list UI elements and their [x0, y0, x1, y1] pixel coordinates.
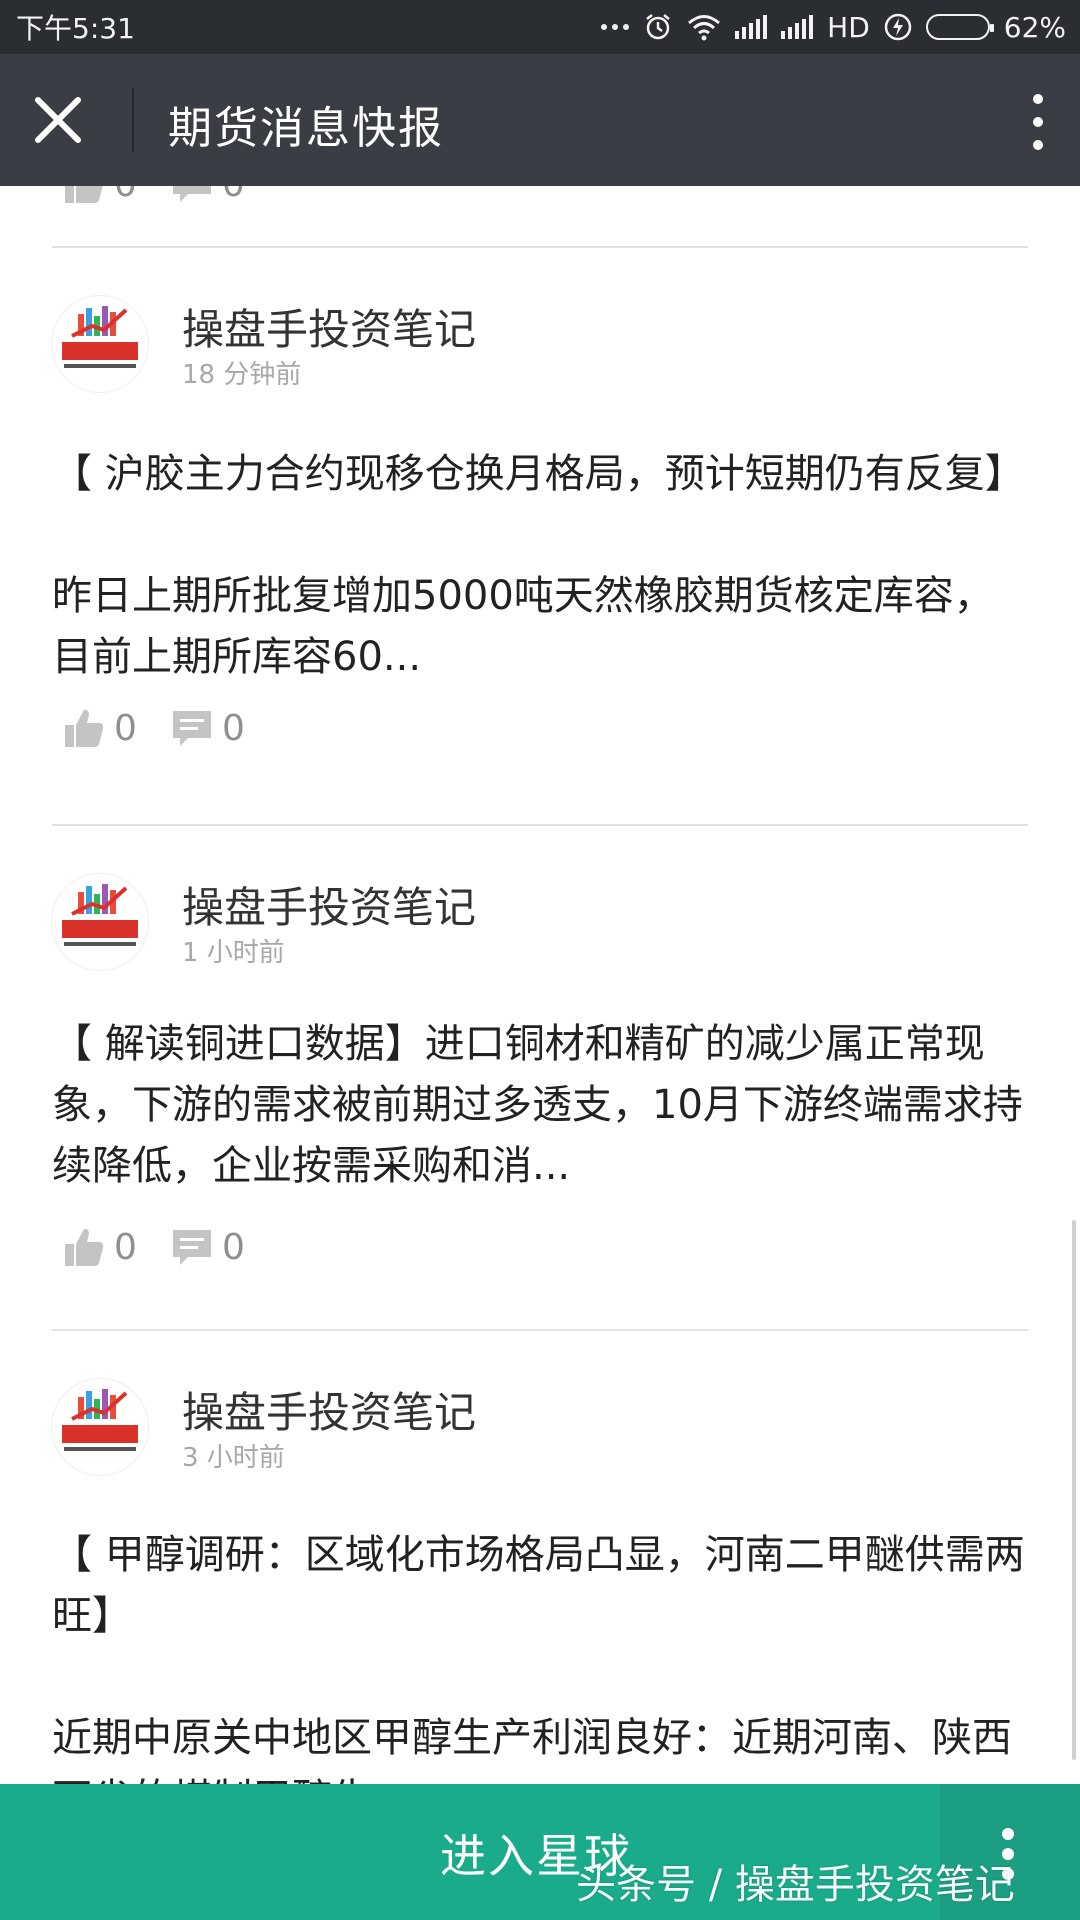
avatar[interactable]	[52, 296, 148, 392]
comment-icon	[173, 186, 211, 202]
more-notifications-icon	[601, 24, 630, 30]
status-time: 下午5:31	[16, 12, 135, 45]
close-button[interactable]	[28, 90, 88, 150]
battery-percent: 62%	[1003, 10, 1066, 44]
avatar[interactable]	[52, 1379, 148, 1475]
avatar[interactable]	[52, 874, 148, 970]
post-card[interactable]: 操盘手投资笔记 1 小时前 【 解读铜进口数据】进口铜材和精矿的减少属正常现象，…	[52, 826, 1028, 1329]
post-headline: 【 解读铜进口数据】进口铜材和精矿的减少属正常现象，下游的需求被前期过多透支，1…	[52, 1021, 1023, 1189]
partial-post-actions: 0 0	[52, 186, 1028, 246]
scrollbar[interactable]	[1072, 1220, 1076, 1760]
author-name[interactable]: 操盘手投资笔记	[182, 296, 476, 357]
post-excerpt: 昨日上期所批复增加5000吨天然橡胶期货核定库容，目前上期所库容60...	[52, 573, 994, 680]
more-vertical-icon	[1033, 94, 1043, 104]
charging-icon	[884, 13, 912, 41]
status-bar: 下午5:31 HD 62%	[0, 0, 1080, 54]
watermark: 头条号 / 操盘手投资笔记	[576, 1862, 1015, 1908]
post-body[interactable]: 【 沪胶主力合约现移仓换月格局，预计短期仍有反复】 昨日上期所批复增加5000吨…	[52, 444, 1028, 688]
thumbs-up-icon	[65, 186, 103, 203]
post-header: 操盘手投资笔记 1 小时前	[52, 826, 1028, 970]
wifi-icon	[688, 15, 721, 41]
post-header: 操盘手投资笔记 3 小时前	[52, 1331, 1028, 1475]
title-divider	[132, 88, 134, 152]
post-actions: 0 0	[52, 688, 1028, 824]
comment-button[interactable]: 0	[170, 1225, 245, 1269]
like-count: 0	[114, 186, 137, 205]
author-name[interactable]: 操盘手投资笔记	[182, 874, 476, 935]
comment-count: 0	[222, 186, 245, 205]
like-button[interactable]: 0	[62, 1225, 137, 1269]
page-title: 期货消息快报	[168, 103, 444, 154]
post-time: 3 小时前	[182, 1443, 285, 1473]
brand-logo-icon	[62, 306, 138, 368]
post-body[interactable]: 【 解读铜进口数据】进口铜材和精矿的减少属正常现象，下游的需求被前期过多透支，1…	[52, 1014, 1028, 1197]
comment-icon	[173, 711, 211, 746]
status-icons: HD 62%	[601, 11, 1066, 44]
post-card[interactable]: 操盘手投资笔记 3 小时前 【 甲醇调研：区域化市场格局凸显，河南二甲醚供需两旺…	[52, 1331, 1028, 1830]
post-headline: 【 沪胶主力合约现移仓换月格局，预计短期仍有反复】	[52, 451, 1025, 497]
signal-icon-2	[781, 15, 814, 39]
post-actions: 0 0	[52, 1197, 1028, 1329]
thumbs-up-icon	[65, 709, 104, 747]
comment-button[interactable]: 0	[170, 186, 245, 206]
close-icon	[35, 97, 81, 143]
signal-icon	[735, 15, 768, 39]
more-vertical-icon	[1002, 1828, 1014, 1840]
comment-button[interactable]: 0	[170, 706, 245, 750]
like-count: 0	[114, 707, 137, 749]
author-name[interactable]: 操盘手投资笔记	[182, 1379, 476, 1440]
network-type: HD	[827, 10, 870, 44]
like-button[interactable]: 0	[62, 186, 137, 206]
thumbs-up-icon	[65, 1228, 104, 1266]
post-card[interactable]: 操盘手投资笔记 18 分钟前 【 沪胶主力合约现移仓换月格局，预计短期仍有反复】…	[52, 248, 1028, 824]
title-bar: 期货消息快报	[0, 54, 1080, 186]
post-headline: 【 甲醇调研：区域化市场格局凸显，河南二甲醚供需两旺】	[52, 1532, 1025, 1639]
brand-logo-icon	[62, 884, 138, 946]
brand-logo-icon	[62, 1389, 138, 1451]
more-options-button[interactable]	[1024, 94, 1052, 150]
comment-icon	[173, 1230, 211, 1265]
feed: 0 0 操盘手投资笔记 18 分钟前 【 沪胶主力合约现移仓换月格局，预计短期仍…	[52, 186, 1028, 1830]
post-header: 操盘手投资笔记 18 分钟前	[52, 248, 1028, 392]
comment-count: 0	[222, 707, 245, 749]
post-time: 18 分钟前	[182, 360, 302, 390]
post-time: 1 小时前	[182, 938, 285, 968]
alarm-icon	[646, 14, 670, 40]
battery-icon	[925, 14, 994, 40]
comment-count: 0	[222, 1226, 245, 1268]
like-count: 0	[114, 1226, 137, 1268]
like-button[interactable]: 0	[62, 706, 137, 750]
